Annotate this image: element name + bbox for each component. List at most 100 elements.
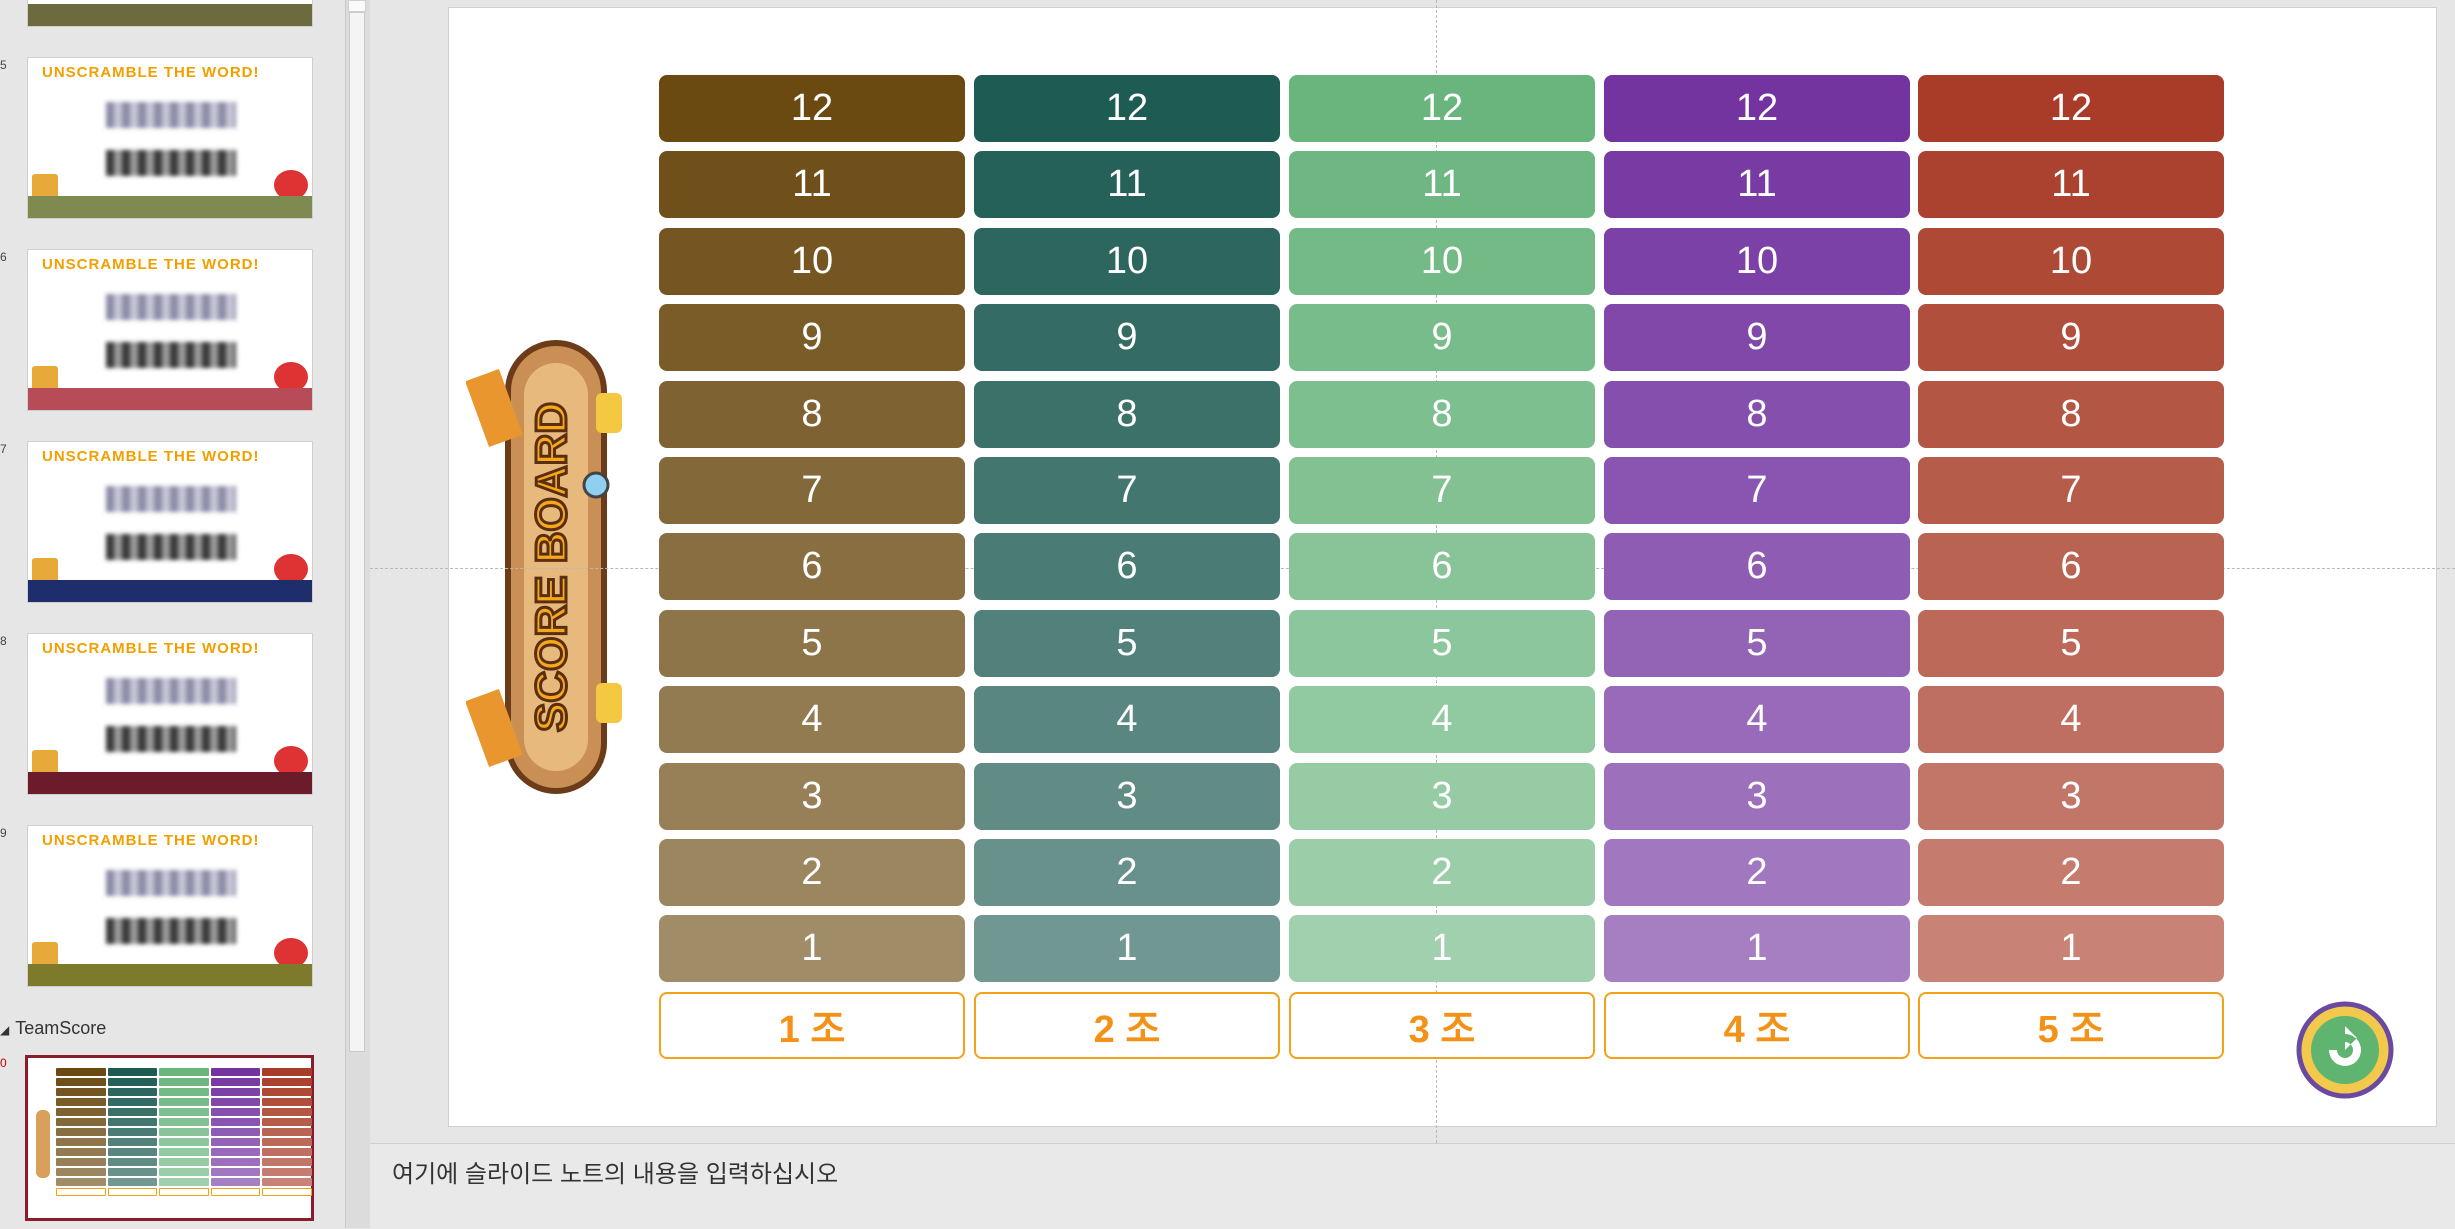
score-cell[interactable]: 9 [1289,304,1595,372]
score-cell[interactable]: 4 [974,686,1280,754]
score-cell[interactable]: 10 [1289,227,1595,295]
team-label-2[interactable]: 2 조 [974,992,1280,1059]
score-cell[interactable]: 10 [974,227,1280,295]
score-cell[interactable]: 7 [1918,457,2224,524]
score-cell[interactable]: 1 [1604,915,1910,983]
score-cell[interactable]: 1 [974,915,1280,983]
slide-thumbnail-4[interactable] [28,0,312,26]
blurred-word [106,342,236,368]
blurred-word [106,486,236,512]
mini-cell [210,1138,261,1146]
scoreboard-sign-image[interactable]: SCORE BOARD [466,333,636,801]
team-label-4[interactable]: 4 조 [1604,992,1910,1059]
score-cell[interactable]: 4 [1918,686,2224,754]
score-cell[interactable]: 8 [974,380,1280,448]
team-label-1[interactable]: 1 조 [659,992,965,1059]
score-cell[interactable]: 9 [1604,304,1910,372]
blurred-word [106,102,236,128]
score-cell[interactable]: 12 [1289,75,1595,142]
score-cell[interactable]: 6 [1289,533,1595,601]
slide-notes-pane[interactable]: 여기에 슬라이드 노트의 내용을 입력하십시오 [370,1143,2455,1229]
mini-cell [107,1118,158,1126]
score-cell[interactable]: 7 [974,457,1280,524]
score-cell[interactable]: 7 [1289,457,1595,524]
thumbnail-banner: UNSCRAMBLE THE WORD! [42,64,260,81]
score-cell[interactable]: 10 [659,227,965,295]
section-header-teamscore[interactable]: ◢ TeamScore [0,1018,106,1039]
score-cell[interactable]: 10 [1604,227,1910,295]
thumbnail-banner: UNSCRAMBLE THE WORD! [42,448,260,465]
score-cell[interactable]: 3 [659,762,965,830]
mini-score-grid [56,1068,312,1208]
score-cell[interactable]: 9 [1918,304,2224,372]
slide-thumbnail-active[interactable] [25,1055,314,1221]
team-label-3[interactable]: 3 조 [1289,992,1595,1059]
mini-cell [159,1098,209,1106]
blurred-word [106,678,236,704]
score-cell[interactable]: 5 [659,609,965,677]
mini-cell [56,1158,106,1166]
collapse-triangle-icon[interactable]: ◢ [0,1023,9,1037]
mini-cell [56,1088,106,1096]
score-cell[interactable]: 11 [659,151,965,219]
score-cell[interactable]: 7 [659,457,965,524]
score-cell[interactable]: 11 [1289,151,1595,219]
score-cell[interactable]: 3 [974,762,1280,830]
score-cell[interactable]: 11 [1918,151,2224,219]
score-cell[interactable]: 8 [1918,380,2224,448]
score-cell[interactable]: 4 [1289,686,1595,754]
score-cell[interactable]: 9 [659,304,965,372]
score-cell[interactable]: 10 [1918,227,2224,295]
score-cell[interactable]: 6 [659,533,965,601]
mini-cell [262,1068,312,1076]
score-cell[interactable]: 2 [1604,839,1910,906]
score-cell[interactable]: 11 [1604,151,1910,219]
scroll-up-button[interactable] [348,0,366,12]
score-cell[interactable]: 6 [974,533,1280,601]
mini-cell [107,1078,158,1086]
score-cell[interactable]: 4 [659,686,965,754]
slide-thumbnail-pane[interactable]: 5 UNSCRAMBLE THE WORD! 6 UNSCRAMBLE THE … [0,0,345,1228]
score-cell[interactable]: 3 [1918,762,2224,830]
score-cell[interactable]: 1 [1918,915,2224,983]
score-cell[interactable]: 3 [1289,762,1595,830]
score-cell[interactable]: 9 [974,304,1280,372]
score-cell[interactable]: 12 [974,75,1280,142]
slide-thumbnail-9[interactable]: UNSCRAMBLE THE WORD! [28,826,312,986]
score-cell[interactable]: 8 [1289,380,1595,448]
score-cell[interactable]: 7 [1604,457,1910,524]
score-cell[interactable]: 2 [1918,839,2224,906]
score-cell[interactable]: 2 [974,839,1280,906]
score-cell[interactable]: 6 [1604,533,1910,601]
thumbnail-footer [28,964,312,986]
score-cell[interactable]: 8 [659,380,965,448]
score-cell[interactable]: 6 [1918,533,2224,601]
score-cell[interactable]: 2 [659,839,965,906]
notes-placeholder[interactable]: 여기에 슬라이드 노트의 내용을 입력하십시오 [392,1154,838,1189]
blurred-word [106,150,236,176]
score-cell[interactable]: 5 [974,609,1280,677]
score-cell[interactable]: 12 [659,75,965,142]
score-cell[interactable]: 5 [1918,609,2224,677]
slide-thumbnail-5[interactable]: UNSCRAMBLE THE WORD! [28,58,312,218]
score-cell[interactable]: 11 [974,151,1280,219]
scrollbar-thumb[interactable] [349,12,365,1052]
score-cell[interactable]: 8 [1604,380,1910,448]
score-cell[interactable]: 3 [1604,762,1910,830]
slide-thumbnail-7[interactable]: UNSCRAMBLE THE WORD! [28,442,312,602]
score-cell[interactable]: 12 [1604,75,1910,142]
score-cell[interactable]: 1 [1289,915,1595,983]
score-cell[interactable]: 2 [1289,839,1595,906]
thumbnail-scrollbar[interactable] [345,0,370,1228]
score-cell[interactable]: 12 [1918,75,2224,142]
slide-number: 9 [0,826,7,840]
score-cell[interactable]: 1 [659,915,965,983]
slide-thumbnail-8[interactable]: UNSCRAMBLE THE WORD! [28,634,312,794]
score-cell[interactable]: 5 [1604,609,1910,677]
replay-icon[interactable] [2295,1000,2395,1100]
score-cell[interactable]: 5 [1289,609,1595,677]
score-cell[interactable]: 4 [1604,686,1910,754]
slide-thumbnail-6[interactable]: UNSCRAMBLE THE WORD! [28,250,312,410]
team-label-5[interactable]: 5 조 [1918,992,2224,1059]
mini-cell [107,1148,158,1156]
